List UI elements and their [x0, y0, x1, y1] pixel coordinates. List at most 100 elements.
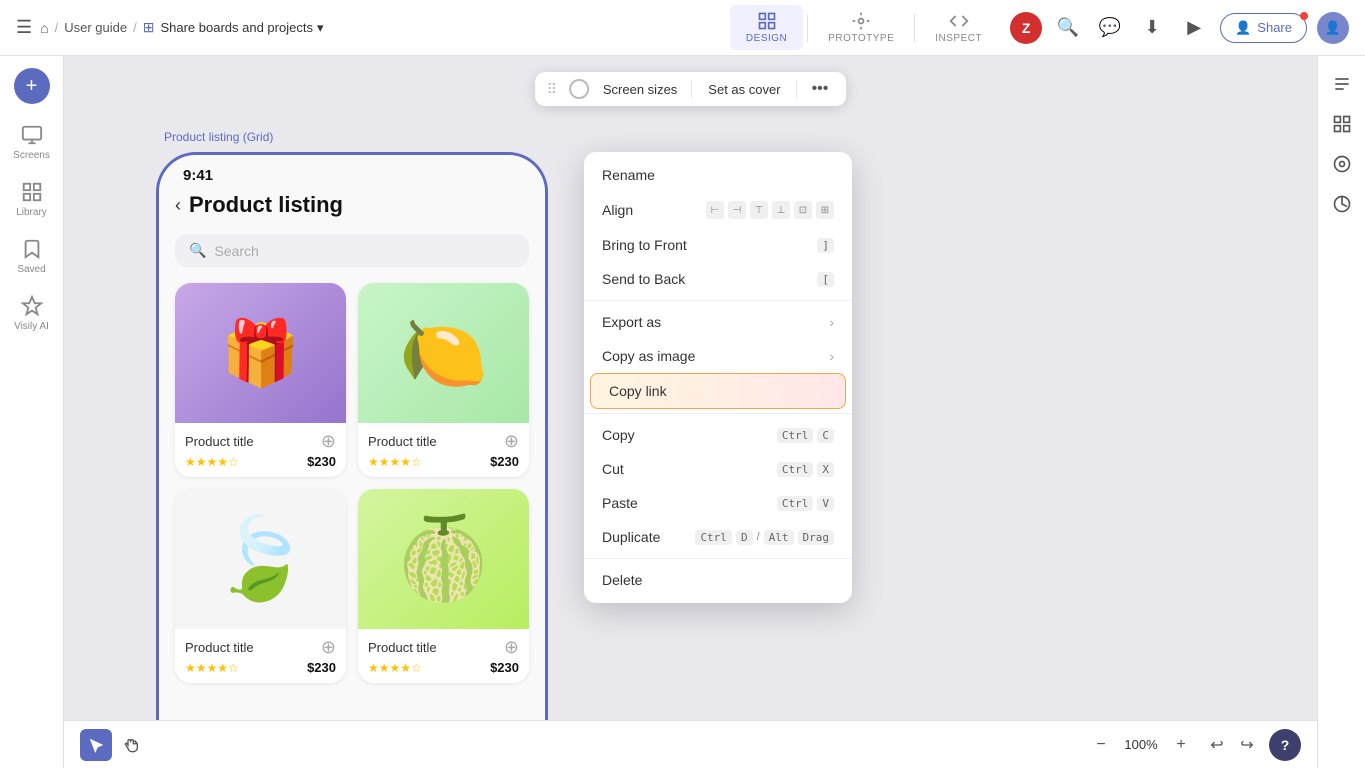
layers-icon[interactable] — [1326, 108, 1358, 140]
product-row-1: ★★★★☆ $230 — [185, 454, 336, 469]
sidebar-item-saved[interactable]: Saved — [4, 230, 60, 283]
breadcrumb-project: Share boards and projects ▾ — [160, 20, 323, 36]
select-tool-button[interactable] — [80, 729, 112, 761]
product-info-3: Product title ⊕ ★★★★☆ $230 — [175, 629, 346, 683]
ctx-duplicate[interactable]: Duplicate Ctrl D / Alt Drag — [584, 520, 852, 554]
product-name-4: Product title ⊕ — [368, 637, 519, 658]
components-icon[interactable] — [1326, 148, 1358, 180]
device-frame: 9:41 ‹ Product listing 🔍 Search 🎁 Produc… — [156, 152, 548, 768]
ctx-rename[interactable]: Rename — [584, 158, 852, 192]
redo-button[interactable]: ↪ — [1233, 731, 1261, 759]
more-options-button[interactable]: ••• — [806, 78, 835, 100]
left-sidebar: + Screens Library Saved Visily AI — [0, 56, 64, 768]
add-screen-button[interactable]: + — [14, 68, 50, 104]
product-stars-1: ★★★★☆ — [185, 455, 239, 469]
slash-sep: / — [757, 531, 760, 543]
product-info-2: Product title ⊕ ★★★★☆ $230 — [358, 423, 529, 477]
align-right-icon[interactable]: ⊤ — [750, 201, 768, 219]
drag-key: Drag — [798, 530, 835, 545]
sidebar-screens-label: Screens — [13, 150, 50, 161]
align-top-icon[interactable]: ⊥ — [772, 201, 790, 219]
comment-icon-btn[interactable]: 💬 — [1094, 12, 1126, 44]
add-product-3-icon[interactable]: ⊕ — [321, 637, 336, 658]
profile-avatar[interactable]: 👤 — [1317, 12, 1349, 44]
product-card-1[interactable]: 🎁 Product title ⊕ ★★★★☆ $230 — [175, 283, 346, 477]
ctx-export-as[interactable]: Export as › — [584, 305, 852, 339]
zoom-controls: − 100% + — [1087, 731, 1195, 759]
set-as-cover-button[interactable]: Set as cover — [700, 80, 788, 99]
search-bar[interactable]: 🔍 Search — [175, 234, 529, 267]
share-button[interactable]: 👤 Share — [1220, 13, 1307, 43]
sidebar-item-library[interactable]: Library — [4, 173, 60, 226]
share-notification-badge — [1300, 12, 1308, 20]
add-product-2-icon[interactable]: ⊕ — [504, 431, 519, 452]
add-product-4-icon[interactable]: ⊕ — [504, 637, 519, 658]
tab-prototype[interactable]: PROTOTYPE — [812, 5, 910, 50]
hand-tool-button[interactable] — [116, 729, 148, 761]
align-left-icon[interactable]: ⊢ — [706, 201, 724, 219]
product-card-2[interactable]: 🍋 Product title ⊕ ★★★★☆ $230 — [358, 283, 529, 477]
ctx-bring-front[interactable]: Bring to Front ] — [584, 228, 852, 262]
c-key: C — [817, 428, 834, 443]
align-bottom-icon[interactable]: ⊞ — [816, 201, 834, 219]
align-center-h-icon[interactable]: ⊣ — [728, 201, 746, 219]
frame-icon: ⊞ — [143, 19, 155, 36]
zoom-level[interactable]: 100% — [1121, 737, 1161, 752]
ctx-copy-image[interactable]: Copy as image › — [584, 339, 852, 373]
share-icon: 👤 — [1235, 20, 1251, 36]
right-sidebar — [1317, 56, 1365, 768]
product-card-4[interactable]: 🍈 Product title ⊕ ★★★★☆ $230 — [358, 489, 529, 683]
ctx-delete[interactable]: Delete — [584, 563, 852, 597]
ctx-align[interactable]: Align ⊢ ⊣ ⊤ ⊥ ⊡ ⊞ — [584, 192, 852, 228]
sidebar-item-visily-ai[interactable]: Visily AI — [4, 287, 60, 340]
screen-sizes-button[interactable]: Screen sizes — [597, 80, 683, 99]
topbar-right: Z 🔍 💬 ⬇ ▶ 👤 Share 👤 — [1010, 12, 1349, 44]
product-row-3: ★★★★☆ $230 — [185, 660, 336, 675]
help-button[interactable]: ? — [1269, 729, 1301, 761]
tab-design[interactable]: DESIGN — [730, 5, 803, 50]
align-center-v-icon[interactable]: ⊡ — [794, 201, 812, 219]
avatar-z: Z — [1010, 12, 1042, 44]
product-name-1: Product title ⊕ — [185, 431, 336, 452]
ctx-send-back[interactable]: Send to Back [ — [584, 262, 852, 296]
add-product-1-icon[interactable]: ⊕ — [321, 431, 336, 452]
search-icon-btn[interactable]: 🔍 — [1052, 12, 1084, 44]
ctx-export-label: Export as — [602, 314, 661, 330]
product-img-1: 🎁 — [175, 283, 346, 423]
home-icon[interactable]: ⌂ — [40, 20, 48, 36]
product-row-4: ★★★★☆ $230 — [368, 660, 519, 675]
ctx-paste-shortcut: Ctrl V — [777, 496, 834, 511]
ctx-copy-link[interactable]: Copy link — [590, 373, 846, 409]
ctx-copy[interactable]: Copy Ctrl C — [584, 418, 852, 452]
product-name-3: Product title ⊕ — [185, 637, 336, 658]
product-img-3: 🍃 — [175, 489, 346, 629]
tab-inspect[interactable]: INSPECT — [919, 5, 998, 50]
topbar-left: ☰ ⌂ / User guide / ⊞ Share boards and pr… — [16, 17, 718, 38]
ctx-sep-2 — [584, 413, 852, 414]
undo-redo-controls: ↩ ↪ — [1203, 731, 1261, 759]
ctx-cut[interactable]: Cut Ctrl X — [584, 452, 852, 486]
v-key: V — [817, 496, 834, 511]
product-price-3: $230 — [307, 660, 336, 675]
styles-icon[interactable] — [1326, 188, 1358, 220]
sidebar-item-screens[interactable]: Screens — [4, 116, 60, 169]
zoom-in-button[interactable]: + — [1167, 731, 1195, 759]
menu-icon[interactable]: ☰ — [16, 17, 32, 38]
breadcrumb: ⌂ / User guide / ⊞ Share boards and proj… — [40, 19, 323, 36]
breadcrumb-user-guide[interactable]: User guide — [64, 20, 127, 35]
zoom-out-button[interactable]: − — [1087, 731, 1115, 759]
ctx-copy-image-arrow: › — [829, 348, 834, 364]
ctx-paste[interactable]: Paste Ctrl V — [584, 486, 852, 520]
frame-circle — [569, 79, 589, 99]
undo-button[interactable]: ↩ — [1203, 731, 1231, 759]
play-icon-btn[interactable]: ▶ — [1178, 12, 1210, 44]
design-panel-icon[interactable] — [1326, 68, 1358, 100]
bottom-left-tools — [80, 729, 148, 761]
ctx-sep-1 — [584, 300, 852, 301]
product-card-3[interactable]: 🍃 Product title ⊕ ★★★★☆ $230 — [175, 489, 346, 683]
tool-divider-2 — [914, 14, 915, 42]
alt-key-dup: Alt — [764, 530, 794, 545]
back-arrow-icon: ‹ — [175, 195, 181, 216]
download-icon-btn[interactable]: ⬇ — [1136, 12, 1168, 44]
breadcrumb-chevron[interactable]: ▾ — [317, 20, 324, 36]
